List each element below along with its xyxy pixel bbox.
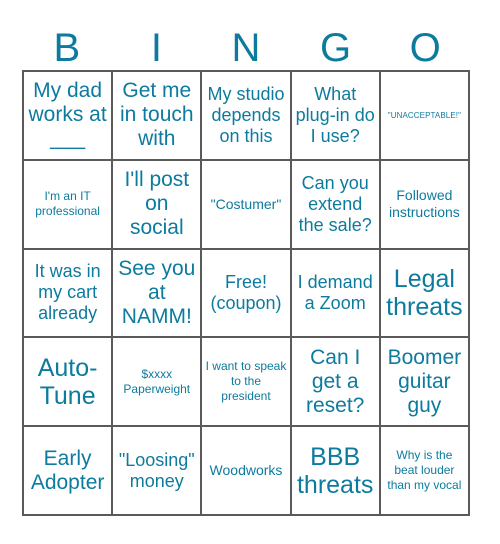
bingo-cell[interactable]: Legal threats xyxy=(380,249,470,339)
bingo-cell-label: "UNACCEPTABLE!" xyxy=(387,110,462,120)
bingo-cell[interactable]: Get me in touch with xyxy=(113,72,203,161)
header-letter-g: G xyxy=(320,26,352,70)
bingo-cell[interactable]: I'm an IT professional xyxy=(24,160,114,250)
bingo-cell-label: It was in my cart already xyxy=(34,261,101,324)
bingo-cell[interactable]: Auto-Tune xyxy=(24,338,114,428)
bingo-cell[interactable]: What plug-in do I use? xyxy=(291,72,381,161)
bingo-cell[interactable]: I demand a Zoom xyxy=(291,249,381,339)
bingo-cell-label: I demand a Zoom xyxy=(297,271,373,313)
bingo-cell-label: Followed instructions xyxy=(388,187,460,221)
bingo-cell-label: What plug-in do I use? xyxy=(295,83,375,146)
bingo-cell[interactable]: See you at NAMM! xyxy=(113,249,203,339)
bingo-cell[interactable]: Woodworks xyxy=(202,427,292,516)
bingo-cell-label: Get me in touch with xyxy=(120,79,194,151)
bingo-cell[interactable]: Free! (coupon) xyxy=(202,249,292,339)
header-letter-i: I xyxy=(150,26,162,70)
bingo-grid: My dad works at ___ Get me in touch with M… xyxy=(22,70,470,516)
bingo-card: B I N G O My dad works at ___ Get me in t… xyxy=(0,0,500,544)
bingo-cell[interactable]: Why is the beat louder than my vocal xyxy=(380,427,470,516)
bingo-cell[interactable]: Boomer guitar guy xyxy=(380,338,470,428)
header-letter-o: O xyxy=(409,26,441,70)
header-letter-b: B xyxy=(53,26,81,70)
bingo-cell-label: Can I get a reset? xyxy=(306,345,365,417)
bingo-cell-label: Boomer guitar guy xyxy=(387,345,462,417)
bingo-cell[interactable]: I'll post on social xyxy=(113,160,203,250)
bingo-cell[interactable]: My studio depends on this xyxy=(202,72,292,161)
bingo-cell[interactable]: BBB threats xyxy=(291,427,381,516)
bingo-cell-label: Auto-Tune xyxy=(37,353,98,410)
bingo-cell[interactable]: I want to speak to the president xyxy=(202,338,292,428)
bingo-cell[interactable]: Can you extend the sale? xyxy=(291,160,381,250)
bingo-cell[interactable]: $xxxx Paperweight xyxy=(113,338,203,428)
bingo-cell[interactable]: "UNACCEPTABLE!" xyxy=(380,72,470,161)
bingo-cell-label: Can you extend the sale? xyxy=(298,172,372,235)
bingo-cell-label: I'll post on social xyxy=(124,168,190,240)
bingo-cell-label: "Loosing" money xyxy=(118,449,195,491)
bingo-cell-label: Why is the beat louder than my vocal xyxy=(387,448,462,493)
bingo-cell-label: Free! (coupon) xyxy=(210,271,282,313)
bingo-cell-label: Early Adopter xyxy=(30,446,105,494)
bingo-cell[interactable]: Early Adopter xyxy=(24,427,114,516)
bingo-cell[interactable]: Followed instructions xyxy=(380,160,470,250)
header-letter-n: N xyxy=(231,26,261,70)
bingo-cell-label: See you at NAMM! xyxy=(118,256,196,328)
bingo-cell-label: $xxxx Paperweight xyxy=(123,366,191,396)
bingo-cell[interactable]: It was in my cart already xyxy=(24,249,114,339)
bingo-cell[interactable]: "Costumer" xyxy=(202,160,292,250)
bingo-cell[interactable]: "Loosing" money xyxy=(113,427,203,516)
bingo-cell-label: "Costumer" xyxy=(210,195,282,212)
bingo-header: B I N G O xyxy=(22,14,470,70)
bingo-cell-label: Legal threats xyxy=(386,264,463,321)
bingo-cell[interactable]: My dad works at ___ xyxy=(24,72,114,161)
bingo-cell-label: I want to speak to the president xyxy=(205,359,287,404)
bingo-cell-label: My studio depends on this xyxy=(207,83,285,146)
bingo-cell-label: Woodworks xyxy=(209,462,283,479)
bingo-cell-label: BBB threats xyxy=(296,442,374,499)
bingo-cell-label: I'm an IT professional xyxy=(35,189,100,219)
bingo-cell-label: My dad works at ___ xyxy=(28,79,107,151)
bingo-cell[interactable]: Can I get a reset? xyxy=(291,338,381,428)
